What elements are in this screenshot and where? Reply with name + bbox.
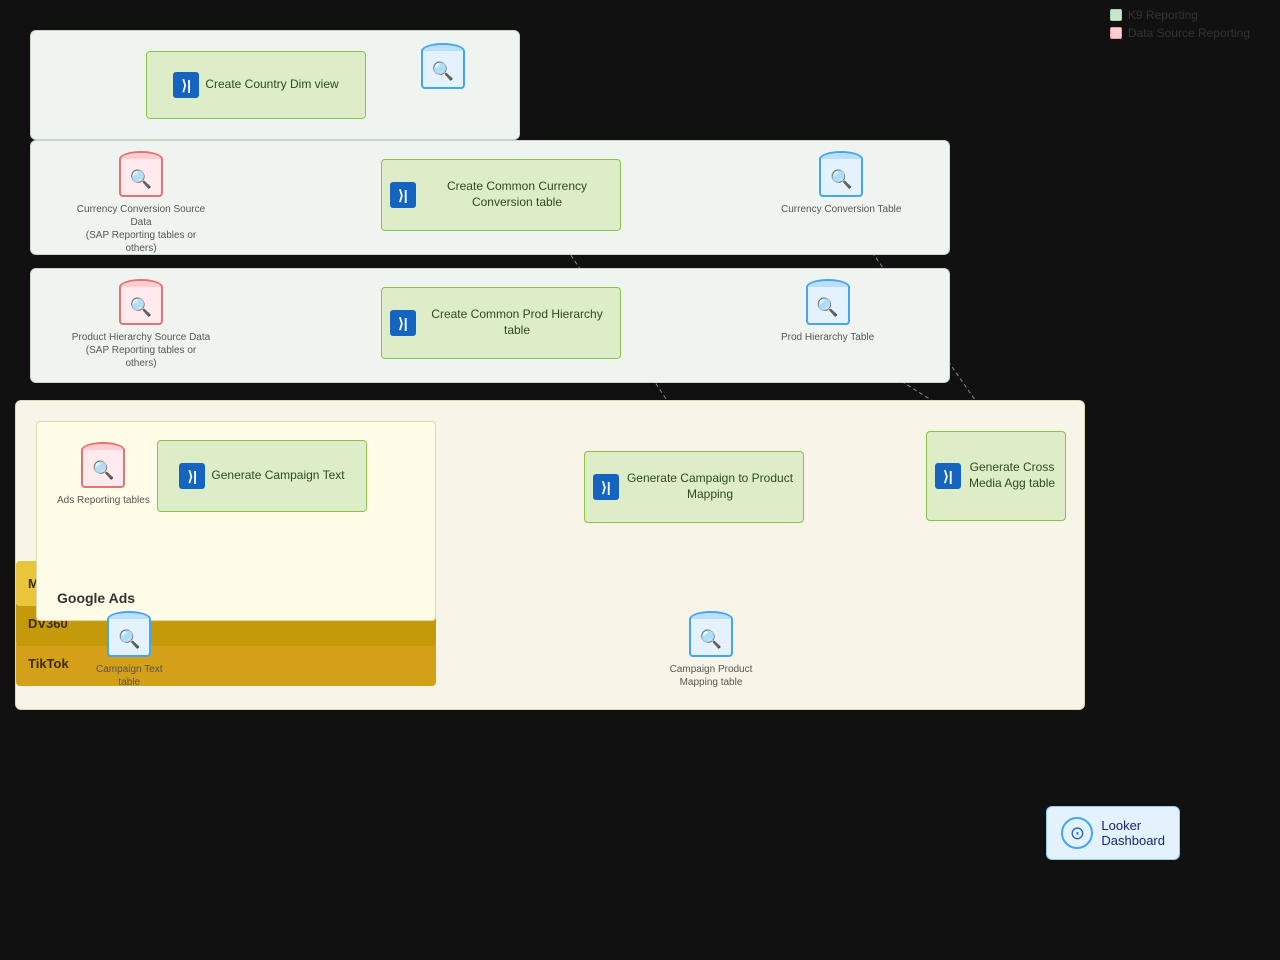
legend-datasource-color [1110, 27, 1122, 39]
db-mag-icon: 🔍 [700, 629, 722, 650]
generate-campaign-mapping-node[interactable]: ⟩| Generate Campaign to Product Mapping [584, 451, 804, 523]
create-currency-node[interactable]: ⟩| Create Common Currency Conversion tab… [381, 159, 621, 231]
prod-source-label: Product Hierarchy Source Data(SAP Report… [71, 331, 211, 370]
db-mag-icon: 🔍 [830, 169, 852, 190]
node-inner: ⟩| Generate Campaign to Product Mapping [593, 471, 795, 502]
db-body: 🔍 [107, 619, 151, 657]
looker-icon: ⊙ [1061, 817, 1093, 849]
country-dim-db-cylinder: 🔍 [421, 43, 465, 93]
ads-reporting-label: Ads Reporting tables [57, 494, 150, 507]
currency-section: 🔍 Currency Conversion Source Data(SAP Re… [30, 140, 950, 255]
prod-hierarchy-section: 🔍 Product Hierarchy Source Data(SAP Repo… [30, 268, 950, 383]
fivetran-icon: ⟩| [935, 463, 961, 489]
prod-target-cylinder: 🔍 [806, 279, 850, 329]
create-country-dim-label: Create Country Dim view [205, 77, 338, 93]
campaign-text-label: Campaign Texttable [96, 663, 163, 689]
tiktok-layer: TikTok [16, 641, 436, 686]
legend-datasource-label: Data Source Reporting [1128, 26, 1250, 40]
currency-source-cylinder: 🔍 [119, 151, 163, 201]
db-mag-icon: 🔍 [816, 297, 838, 318]
google-ads-container: 🔍 Ads Reporting tables ⟩| Generate Campa… [36, 421, 436, 621]
db-body: 🔍 [689, 619, 733, 657]
node-inner: ⟩| Generate Campaign Text [179, 463, 344, 489]
node-inner: ⟩| Create Common Currency Conversion tab… [390, 179, 612, 210]
prod-source-cylinder: 🔍 [119, 279, 163, 329]
generate-cross-media-label: Generate Cross Media Agg table [967, 460, 1057, 491]
country-dim-section: ⟩| Create Country Dim view 🔍 [30, 30, 520, 140]
legend-k9-color [1110, 9, 1122, 21]
db-body: 🔍 [819, 159, 863, 197]
db-mag-icon: 🔍 [92, 460, 114, 481]
db-mag-icon: 🔍 [130, 169, 152, 190]
legend-k9-label: K9 Reporting [1128, 8, 1198, 22]
campaign-mapping-cylinder: 🔍 [689, 611, 733, 661]
currency-source-db: 🔍 Currency Conversion Source Data(SAP Re… [71, 151, 211, 255]
create-country-dim-node[interactable]: ⟩| Create Country Dim view [146, 51, 366, 119]
looker-dashboard[interactable]: ⊙ LookerDashboard [1046, 806, 1180, 860]
db-body: 🔍 [421, 51, 465, 89]
db-body: 🔍 [119, 159, 163, 197]
node-inner: ⟩| Generate Cross Media Agg table [935, 460, 1057, 491]
campaign-text-db: 🔍 Campaign Texttable [96, 611, 163, 689]
prod-source-db: 🔍 Product Hierarchy Source Data(SAP Repo… [71, 279, 211, 370]
create-prod-node[interactable]: ⟩| Create Common Prod Hierarchy table [381, 287, 621, 359]
campaign-mapping-db: 🔍 Campaign ProductMapping table [666, 611, 756, 689]
campaign-section: TikTok DV360 Meta 🔍 Ads Reporting tables [15, 400, 1085, 710]
currency-target-label: Currency Conversion Table [781, 203, 901, 216]
generate-campaign-text-label: Generate Campaign Text [211, 468, 344, 484]
generate-campaign-mapping-label: Generate Campaign to Product Mapping [625, 471, 795, 502]
legend-datasource: Data Source Reporting [1110, 26, 1250, 40]
node-inner: ⟩| Create Country Dim view [173, 72, 338, 98]
create-currency-label: Create Common Currency Conversion table [422, 179, 612, 210]
create-prod-label: Create Common Prod Hierarchy table [422, 307, 612, 338]
google-ads-label: Google Ads [57, 590, 135, 606]
generate-cross-media-node[interactable]: ⟩| Generate Cross Media Agg table [926, 431, 1066, 521]
db-mag-icon: 🔍 [432, 61, 454, 82]
ads-db-cylinder: 🔍 [81, 442, 125, 492]
looker-label: LookerDashboard [1101, 818, 1165, 848]
fivetran-icon: ⟩| [593, 474, 619, 500]
currency-target-db: 🔍 Currency Conversion Table [781, 151, 901, 216]
legend: K9 Reporting Data Source Reporting [1110, 8, 1250, 40]
db-body: 🔍 [81, 450, 125, 488]
country-dim-db: 🔍 [421, 43, 465, 93]
prod-target-label: Prod Hierarchy Table [781, 331, 874, 344]
fivetran-icon: ⟩| [390, 182, 416, 208]
fivetran-icon: ⟩| [179, 463, 205, 489]
fivetran-icon: ⟩| [173, 72, 199, 98]
fivetran-icon: ⟩| [390, 310, 416, 336]
node-inner: ⟩| Create Common Prod Hierarchy table [390, 307, 612, 338]
ads-reporting-db: 🔍 Ads Reporting tables [57, 442, 150, 507]
campaign-text-cylinder: 🔍 [107, 611, 151, 661]
generate-campaign-text-node[interactable]: ⟩| Generate Campaign Text [157, 440, 367, 512]
campaign-mapping-label: Campaign ProductMapping table [666, 663, 756, 689]
db-body: 🔍 [806, 287, 850, 325]
currency-target-cylinder: 🔍 [819, 151, 863, 201]
tiktok-label: TikTok [28, 656, 69, 671]
db-mag-icon: 🔍 [118, 629, 140, 650]
db-body: 🔍 [119, 287, 163, 325]
db-mag-icon: 🔍 [130, 297, 152, 318]
legend-k9: K9 Reporting [1110, 8, 1250, 22]
currency-source-label: Currency Conversion Source Data(SAP Repo… [71, 203, 211, 255]
prod-target-db: 🔍 Prod Hierarchy Table [781, 279, 874, 344]
